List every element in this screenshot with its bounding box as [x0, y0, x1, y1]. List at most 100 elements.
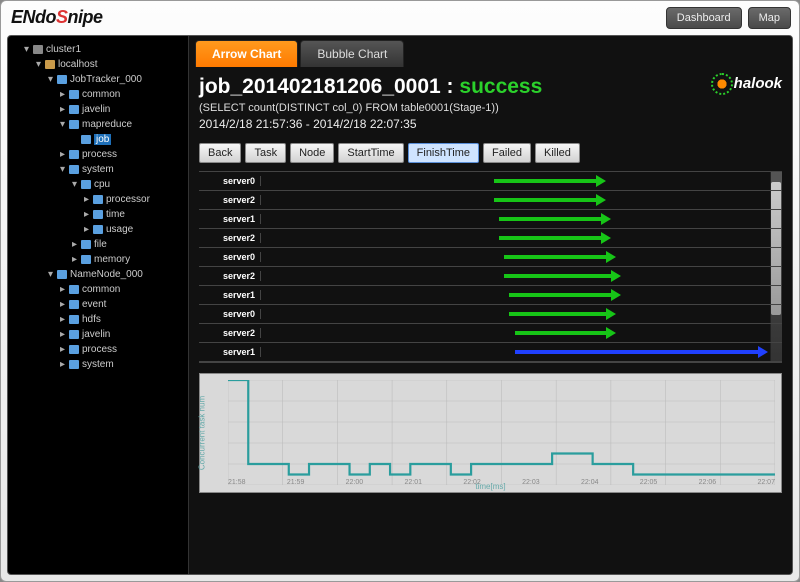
host-icon	[45, 60, 55, 69]
tree-item[interactable]: system	[82, 164, 114, 175]
halook-logo: halook	[714, 75, 782, 92]
arrow-row-label: server2	[199, 233, 261, 243]
arrow-row-label: server1	[199, 347, 261, 357]
arrow-row: server0	[199, 172, 782, 191]
dashboard-button[interactable]: Dashboard	[666, 7, 742, 29]
folder-icon	[69, 330, 79, 339]
starttime-button[interactable]: StartTime	[338, 143, 403, 163]
tree-item[interactable]: time	[106, 209, 125, 220]
task-arrow[interactable]	[504, 270, 621, 282]
folder-icon	[69, 120, 79, 129]
chart-tick: 22:03	[522, 479, 540, 486]
folder-icon	[81, 255, 91, 264]
chart-tick: 22:04	[581, 479, 599, 486]
tree-item[interactable]: usage	[106, 224, 133, 235]
task-arrow[interactable]	[515, 346, 769, 358]
task-arrow[interactable]	[509, 308, 615, 320]
tree-item-job[interactable]: job	[94, 134, 111, 145]
folder-icon	[69, 165, 79, 174]
task-arrow[interactable]	[494, 175, 606, 187]
chart-tick: 22:00	[346, 479, 364, 486]
tree-item[interactable]: processor	[106, 194, 150, 205]
folder-icon	[69, 315, 79, 324]
arrow-row-label: server2	[199, 271, 261, 281]
tree-item[interactable]: process	[82, 149, 117, 160]
tab-arrow-chart[interactable]: Arrow Chart	[195, 40, 298, 67]
map-button[interactable]: Map	[748, 7, 791, 29]
back-button[interactable]: Back	[199, 143, 241, 163]
arrow-row: server2	[199, 324, 782, 343]
arrow-row: server1	[199, 210, 782, 229]
tree-item[interactable]: mapreduce	[82, 119, 132, 130]
arrow-row: server0	[199, 248, 782, 267]
folder-icon	[81, 180, 91, 189]
job-query: (SELECT count(DISTINCT col_0) FROM table…	[199, 102, 542, 114]
chart-tick: 22:07	[757, 479, 775, 486]
chart-tick: 22:06	[699, 479, 717, 486]
chart-tabs: Arrow Chart Bubble Chart	[189, 36, 792, 67]
folder-icon	[57, 75, 67, 84]
folder-icon	[81, 135, 91, 144]
tree-item[interactable]: memory	[94, 254, 130, 265]
tree-item[interactable]: javelin	[82, 104, 110, 115]
tree-item[interactable]: process	[82, 344, 117, 355]
sun-icon	[714, 76, 730, 92]
job-title: job_201402181206_0001 : success	[199, 75, 542, 99]
sort-controls: Back Task Node StartTime FinishTime Fail…	[199, 143, 782, 163]
arrow-row: server2	[199, 191, 782, 210]
tree-cluster[interactable]: cluster1	[46, 44, 81, 55]
finishtime-button[interactable]: FinishTime	[408, 143, 479, 163]
tree-item[interactable]: hdfs	[82, 314, 101, 325]
tree-item[interactable]: system	[82, 359, 114, 370]
tree-namenode[interactable]: NameNode_000	[70, 269, 143, 280]
concurrent-tasks-chart: Concurrent task num 21:5821:5922:0022:01…	[199, 373, 782, 493]
arrow-row-label: server1	[199, 290, 261, 300]
arrow-row-label: server2	[199, 195, 261, 205]
arrow-chart: server0 server2 server1 server2 server0 serve…	[199, 171, 782, 363]
folder-icon	[69, 300, 79, 309]
tree-item[interactable]: cpu	[94, 179, 110, 190]
tree-item[interactable]: common	[82, 284, 120, 295]
arrow-row-label: server1	[199, 214, 261, 224]
task-arrow[interactable]	[504, 251, 616, 263]
tree-item[interactable]: javelin	[82, 329, 110, 340]
folder-icon	[93, 210, 103, 219]
chart-xlabel: time[ms]	[475, 482, 505, 491]
tree-item[interactable]: file	[94, 239, 107, 250]
folder-icon	[69, 345, 79, 354]
folder-icon	[57, 270, 67, 279]
task-arrow[interactable]	[499, 232, 611, 244]
nav-tree[interactable]: ▾cluster1 ▾localhost ▾JobTracker_000 ▸co…	[8, 36, 188, 574]
node-button[interactable]: Node	[290, 143, 334, 163]
folder-icon	[69, 90, 79, 99]
task-arrow[interactable]	[515, 327, 616, 339]
chart-tick: 22:05	[640, 479, 658, 486]
task-button[interactable]: Task	[245, 143, 286, 163]
folder-icon	[69, 150, 79, 159]
app-logo: ENdoSnipe	[11, 7, 103, 28]
folder-icon	[81, 240, 91, 249]
job-status: success	[459, 75, 542, 98]
cluster-icon	[33, 45, 43, 54]
arrow-row-label: server0	[199, 309, 261, 319]
folder-icon	[69, 105, 79, 114]
task-arrow[interactable]	[499, 213, 611, 225]
tab-bubble-chart[interactable]: Bubble Chart	[300, 40, 404, 67]
arrow-row: server1	[199, 286, 782, 305]
tree-jobtracker[interactable]: JobTracker_000	[70, 74, 142, 85]
arrow-row: server2	[199, 229, 782, 248]
arrow-row: server2	[199, 267, 782, 286]
job-timerange: 2014/2/18 21:57:36 - 2014/2/18 22:07:35	[199, 117, 542, 131]
tree-host[interactable]: localhost	[58, 59, 97, 70]
failed-button[interactable]: Failed	[483, 143, 531, 163]
task-arrow[interactable]	[509, 289, 621, 301]
task-arrow[interactable]	[494, 194, 606, 206]
tree-item[interactable]: common	[82, 89, 120, 100]
chart-tick: 21:59	[287, 479, 305, 486]
chart-ylabel: Concurrent task num	[198, 396, 207, 470]
folder-icon	[69, 285, 79, 294]
chart-tick: 21:58	[228, 479, 246, 486]
arrow-row-label: server0	[199, 252, 261, 262]
killed-button[interactable]: Killed	[535, 143, 580, 163]
tree-item[interactable]: event	[82, 299, 106, 310]
